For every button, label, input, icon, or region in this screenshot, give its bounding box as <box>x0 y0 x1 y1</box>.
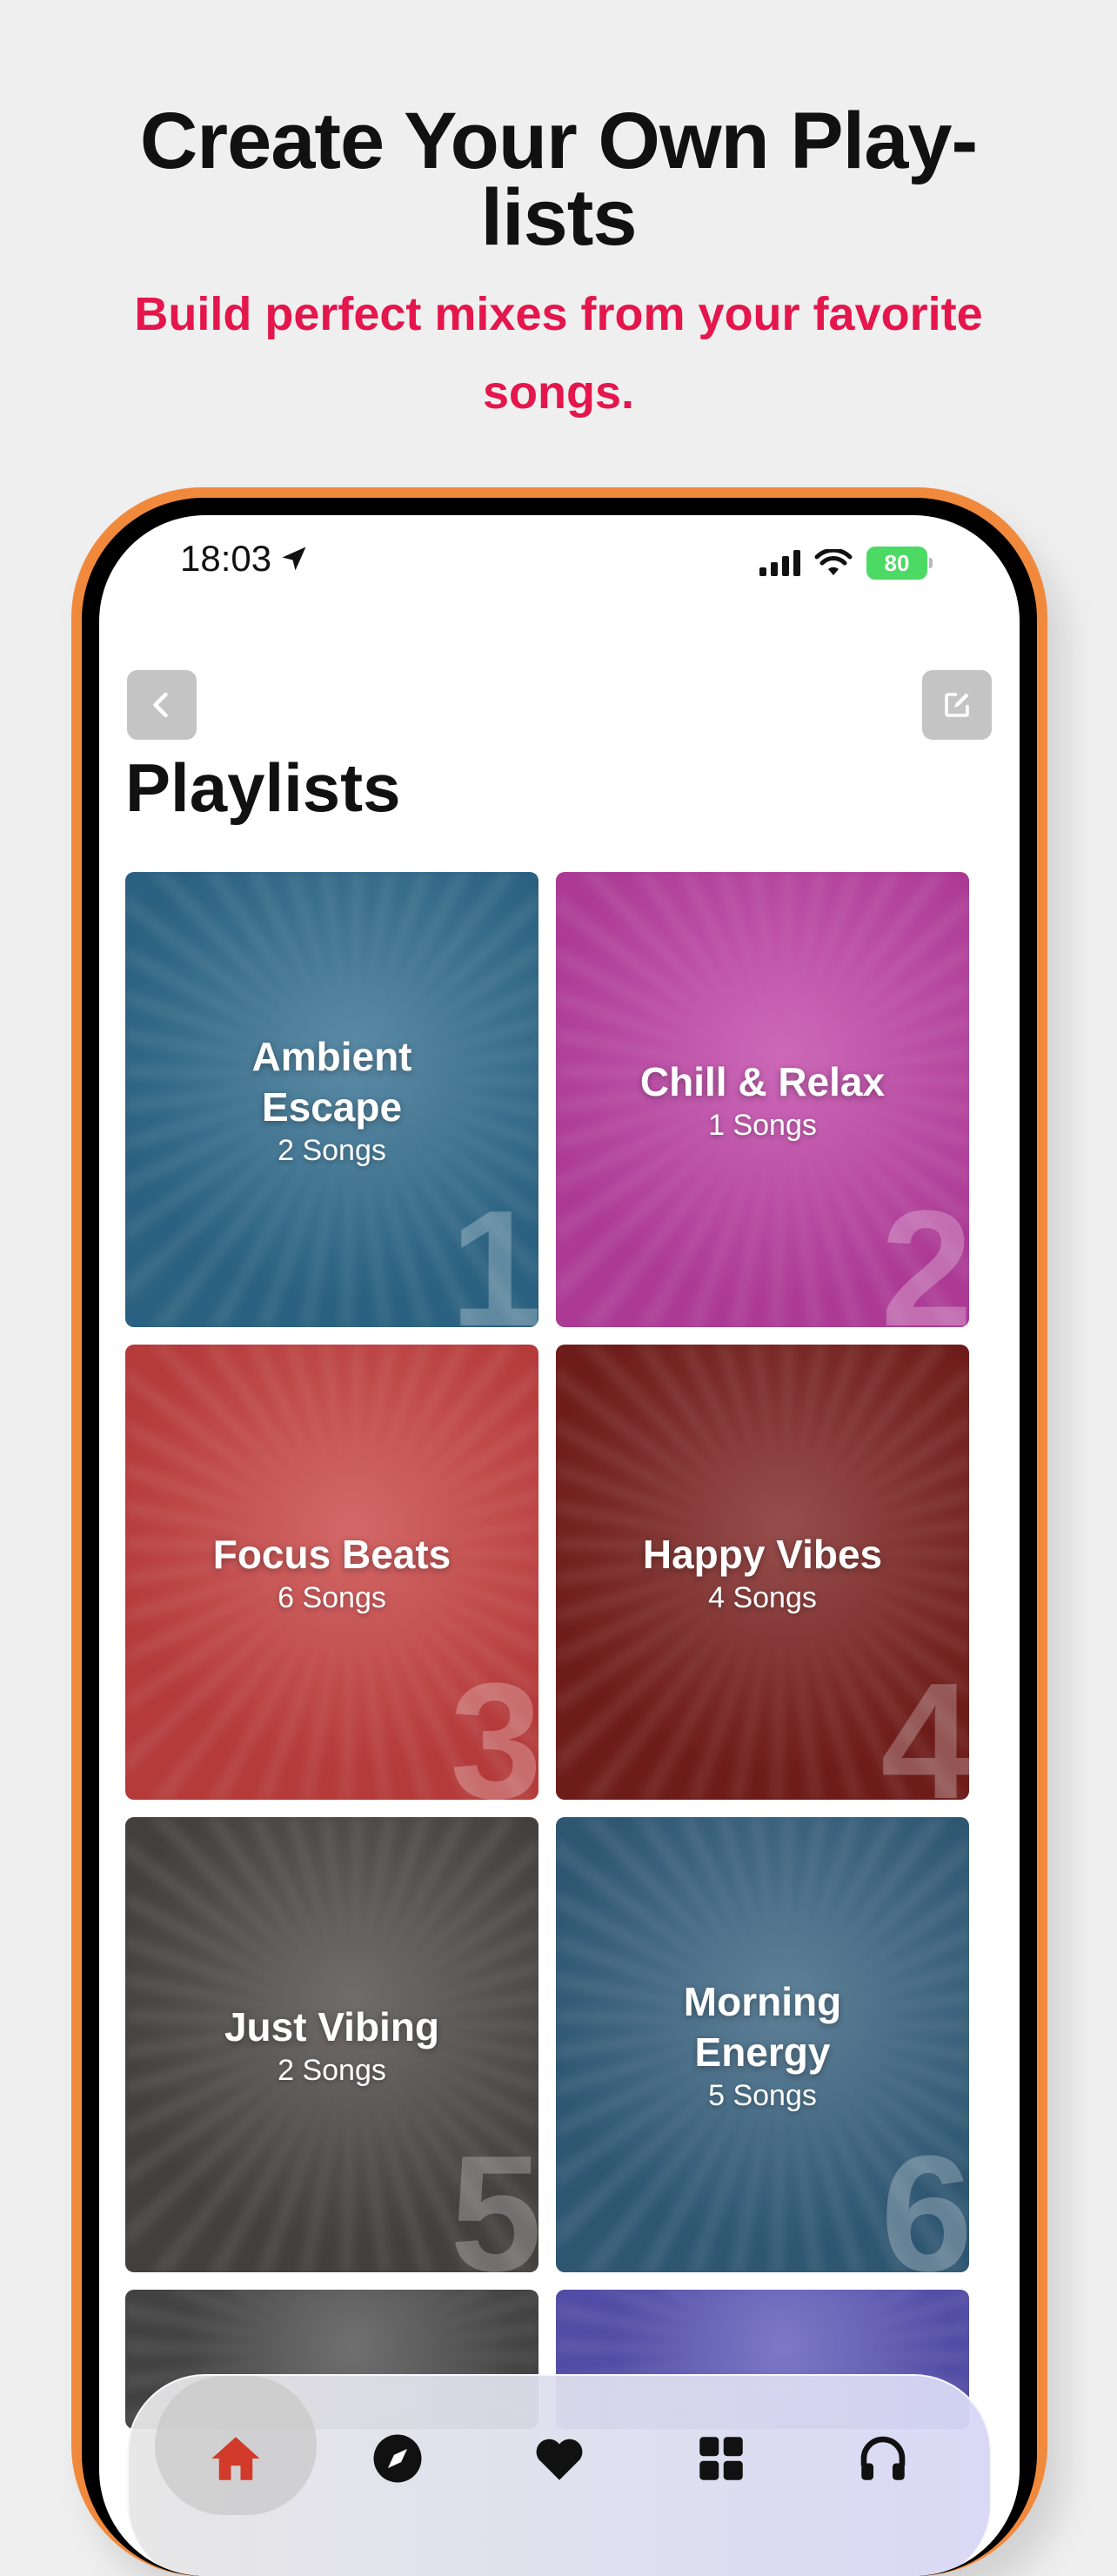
cellular-signal-icon <box>759 550 800 576</box>
edit-button[interactable] <box>922 670 992 740</box>
status-time: 18:03 <box>180 538 310 580</box>
playlist-song-count: 6 Songs <box>278 1581 386 1614</box>
playlist-grid: Ambient Escape 2 Songs 1 Chill & Relax 1… <box>125 872 969 2429</box>
tab-library[interactable] <box>640 2376 802 2515</box>
playlist-song-count: 1 Songs <box>708 1109 817 1142</box>
playlist-index: 4 <box>880 1649 969 1800</box>
playlist-song-count: 4 Songs <box>708 1581 817 1614</box>
playlist-card[interactable]: Just Vibing 2 Songs 5 <box>125 1817 538 2272</box>
page-title: Playlists <box>125 749 401 826</box>
chevron-left-icon <box>153 692 168 718</box>
marketing-headline: Create Your Own Play-lists <box>139 97 978 262</box>
playlist-card[interactable]: Focus Beats 6 Songs 3 <box>125 1345 538 1800</box>
battery-icon: 80 <box>866 547 933 580</box>
home-icon <box>211 2437 260 2480</box>
status-time-text: 18:03 <box>180 538 272 579</box>
marketing-subheadline: Build perfect mixes from your favorite s… <box>134 288 983 419</box>
tab-bar <box>127 2374 992 2576</box>
playlist-index: 1 <box>450 1177 538 1327</box>
heart-icon <box>536 2438 583 2480</box>
status-indicators: 80 <box>759 547 933 580</box>
battery-level: 80 <box>866 547 927 580</box>
playlist-card[interactable]: Ambient Escape 2 Songs 1 <box>125 872 538 1327</box>
tab-favorites[interactable] <box>478 2376 640 2515</box>
playlist-song-count: 5 Songs <box>708 2079 817 2112</box>
playlist-name: Just Vibing <box>224 2004 440 2049</box>
playlist-index: 3 <box>450 1649 538 1800</box>
playlist-name: Ambient Escape <box>251 1034 412 1130</box>
playlist-index: 6 <box>880 2122 969 2272</box>
playlist-index: 5 <box>450 2122 538 2272</box>
compass-icon <box>373 2434 422 2483</box>
playlist-card[interactable]: Happy Vibes 4 Songs 4 <box>556 1345 969 1800</box>
playlist-song-count: 2 Songs <box>278 2054 386 2087</box>
playlist-name: Morning Energy <box>683 1979 842 2075</box>
tab-player[interactable] <box>802 2376 964 2515</box>
back-button[interactable] <box>127 670 197 740</box>
headphones-icon <box>860 2436 906 2480</box>
playlist-card[interactable]: Morning Energy 5 Songs 6 <box>556 1817 969 2272</box>
wifi-icon <box>814 549 853 575</box>
playlist-index: 2 <box>880 1177 969 1327</box>
tab-home[interactable] <box>155 2376 317 2515</box>
playlist-name: Happy Vibes <box>642 1532 883 1577</box>
compose-icon <box>945 693 969 717</box>
playlist-card[interactable]: Chill & Relax 1 Songs 2 <box>556 872 969 1327</box>
playlist-name: Focus Beats <box>212 1532 451 1577</box>
playlist-name: Chill & Relax <box>639 1059 886 1104</box>
location-arrow-icon <box>282 547 306 571</box>
grid-icon <box>699 2437 743 2480</box>
phone-screen: 18:03 80 Playlists Ambient Escape 2 Song… <box>99 515 1020 2576</box>
playlist-song-count: 2 Songs <box>278 1134 386 1167</box>
tab-discover[interactable] <box>317 2376 478 2515</box>
phone-frame: 18:03 80 Playlists Ambient Escape 2 Song… <box>71 487 1047 2576</box>
phone-bezel: 18:03 80 Playlists Ambient Escape 2 Song… <box>82 498 1037 2576</box>
